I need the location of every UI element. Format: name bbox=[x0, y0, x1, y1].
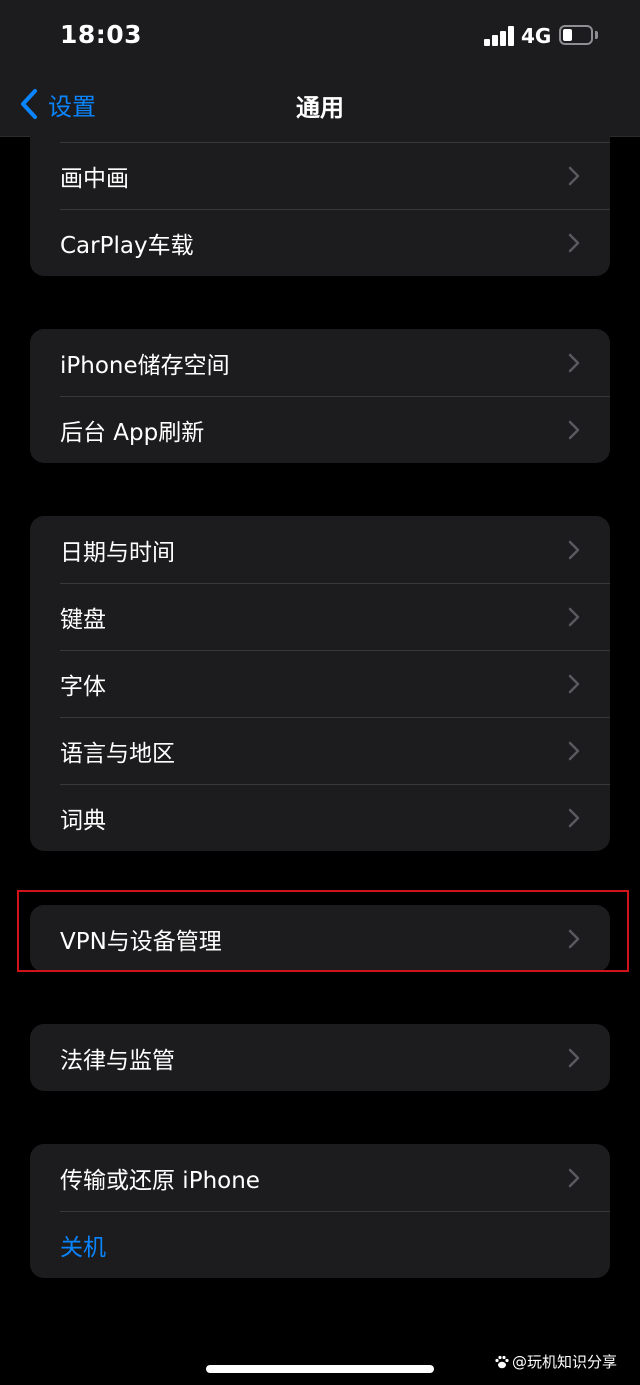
row-carplay[interactable]: CarPlay车载 bbox=[30, 209, 610, 276]
nav-bar: 设置 通用 bbox=[0, 72, 640, 137]
row-label: 语言与地区 bbox=[60, 740, 175, 767]
shutdown-label: 关机 bbox=[60, 1234, 106, 1261]
row-dictionary[interactable]: 词典 bbox=[30, 784, 610, 851]
chevron-right-icon bbox=[568, 166, 580, 186]
shutdown-button[interactable]: 关机 bbox=[30, 1211, 610, 1278]
chevron-right-icon bbox=[568, 607, 580, 627]
row-label: CarPlay车载 bbox=[60, 232, 194, 259]
row-language-region[interactable]: 语言与地区 bbox=[30, 717, 610, 784]
highlight-frame bbox=[17, 890, 629, 972]
chevron-right-icon bbox=[568, 353, 580, 373]
row-label: 画中画 bbox=[60, 165, 129, 192]
row-label: 后台 App刷新 bbox=[60, 419, 205, 446]
chevron-right-icon bbox=[568, 540, 580, 560]
row-iphone-storage[interactable]: iPhone储存空间 bbox=[30, 329, 610, 396]
settings-group-legal: 法律与监管 bbox=[30, 1024, 610, 1091]
cellular-signal-icon bbox=[484, 26, 516, 46]
row-label: 传输或还原 iPhone bbox=[60, 1167, 260, 1194]
battery-level bbox=[563, 29, 572, 41]
paw-icon bbox=[495, 1355, 509, 1368]
chevron-right-icon bbox=[568, 420, 580, 440]
row-fonts[interactable]: 字体 bbox=[30, 650, 610, 717]
status-time: 18:03 bbox=[60, 20, 143, 49]
network-type: 4G bbox=[521, 24, 552, 48]
row-background-app-refresh[interactable]: 后台 App刷新 bbox=[30, 396, 610, 463]
chevron-right-icon bbox=[568, 674, 580, 694]
row-label: 日期与时间 bbox=[60, 539, 175, 566]
settings-group-media: 画中画 CarPlay车载 bbox=[30, 136, 610, 276]
row-label: 词典 bbox=[60, 807, 106, 834]
chevron-right-icon bbox=[568, 1168, 580, 1188]
row-keyboard[interactable]: 键盘 bbox=[30, 583, 610, 650]
watermark: @玩机知识分享 bbox=[494, 1351, 617, 1372]
chevron-right-icon bbox=[568, 741, 580, 761]
settings-group-storage: iPhone储存空间 后台 App刷新 bbox=[30, 329, 610, 463]
row-transfer-reset[interactable]: 传输或还原 iPhone bbox=[30, 1144, 610, 1211]
battery-nub bbox=[595, 31, 598, 39]
row-label: iPhone储存空间 bbox=[60, 352, 230, 379]
watermark-text: @玩机知识分享 bbox=[512, 1353, 618, 1371]
page-title: 通用 bbox=[296, 94, 344, 122]
settings-group-locale: 日期与时间 键盘 字体 语言与地区 词典 bbox=[30, 516, 610, 851]
row-date-time[interactable]: 日期与时间 bbox=[30, 516, 610, 583]
chevron-right-icon bbox=[568, 808, 580, 828]
row-picture-in-picture[interactable]: 画中画 bbox=[30, 142, 610, 209]
row-label: 字体 bbox=[60, 673, 106, 700]
settings-group-reset: 传输或还原 iPhone 关机 bbox=[30, 1144, 610, 1278]
row-label: 键盘 bbox=[60, 606, 106, 633]
chevron-right-icon bbox=[568, 233, 580, 253]
row-legal-regulatory[interactable]: 法律与监管 bbox=[30, 1024, 610, 1091]
status-bar: 18:03 4G bbox=[0, 0, 640, 72]
row-label: 法律与监管 bbox=[60, 1047, 175, 1074]
home-indicator[interactable] bbox=[206, 1365, 434, 1373]
battery-icon bbox=[559, 25, 593, 45]
chevron-right-icon bbox=[568, 1048, 580, 1068]
